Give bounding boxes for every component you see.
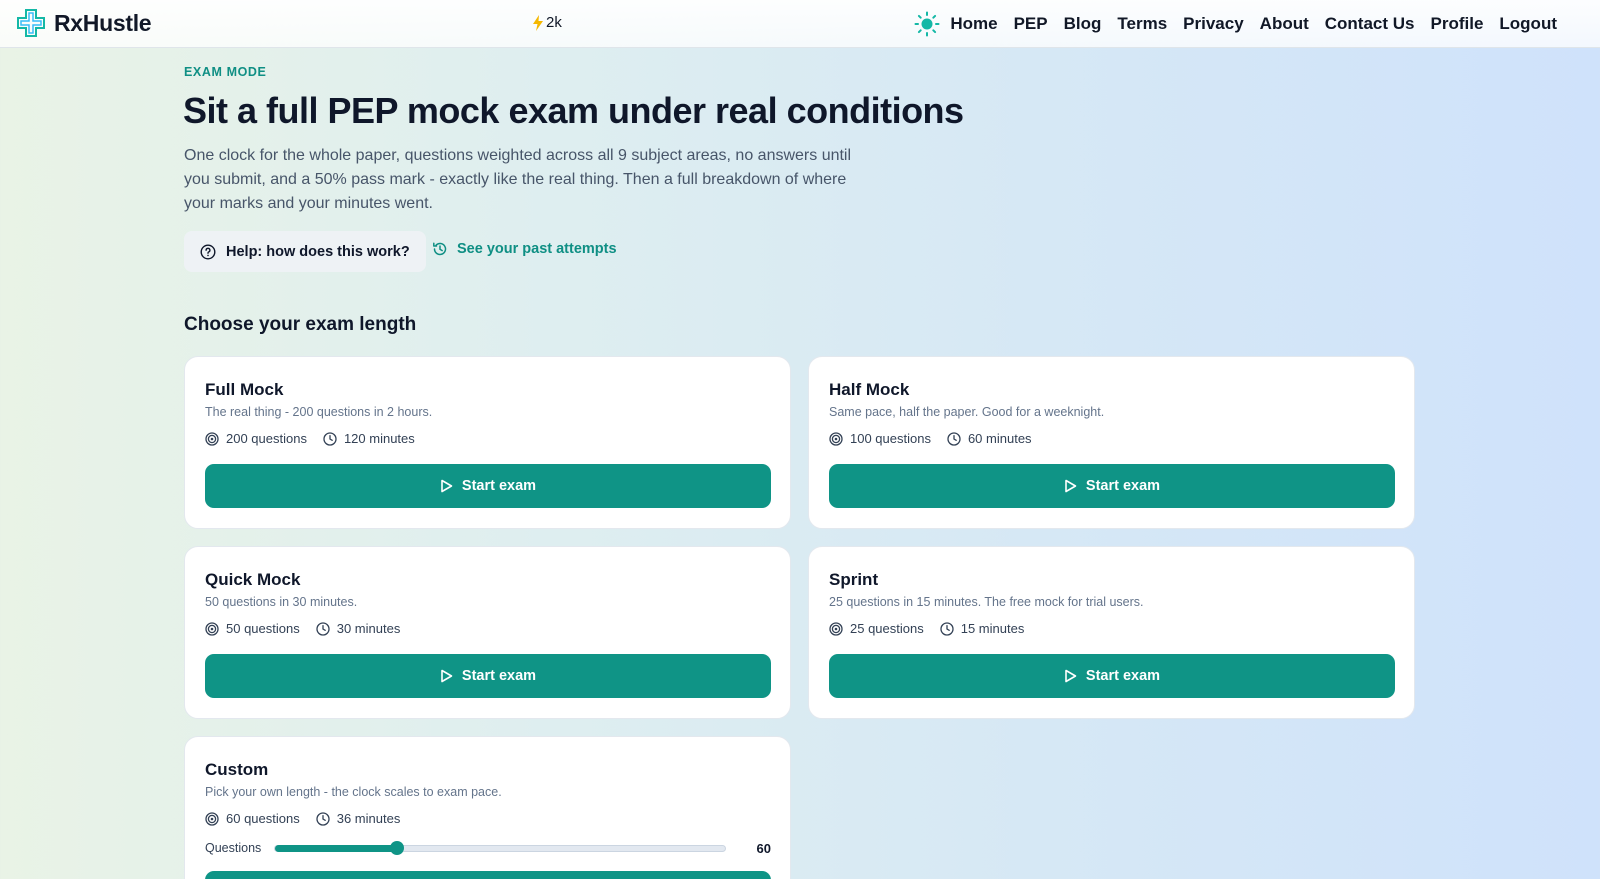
card-title: Custom <box>205 760 269 779</box>
time-limit: 120 minutes <box>323 431 415 446</box>
card-description: The real thing - 200 questions in 2 hour… <box>205 405 433 419</box>
sun-icon <box>914 11 940 37</box>
eyebrow-label: EXAM MODE <box>184 65 267 79</box>
question-circle-icon <box>200 243 216 260</box>
question-count: 50 questions <box>205 621 300 636</box>
exam-card-half-mock: Half Mock Same pace, half the paper. Goo… <box>808 356 1415 529</box>
streak-value: 2k <box>546 14 562 31</box>
section-title: Choose your exam length <box>184 314 417 335</box>
brand-logo-link[interactable]: RxHustle <box>16 8 152 38</box>
slider-thumb[interactable] <box>389 840 404 855</box>
card-meta: 50 questions 30 minutes <box>205 621 400 636</box>
start-exam-button[interactable]: Start exam <box>205 464 771 508</box>
card-meta: 200 questions 120 minutes <box>205 431 415 446</box>
play-icon <box>1065 669 1077 683</box>
question-count: 200 questions <box>205 431 307 446</box>
play-icon <box>441 479 453 493</box>
brand-name: RxHustle <box>54 9 152 36</box>
target-icon <box>205 621 219 636</box>
exam-card-sprint: Sprint 25 questions in 15 minutes. The f… <box>808 546 1415 719</box>
clock-icon <box>316 621 330 636</box>
clock-icon <box>947 431 961 446</box>
card-meta: 60 questions 36 minutes <box>205 811 400 826</box>
play-icon <box>1065 479 1077 493</box>
nav-link-home[interactable]: Home <box>950 10 997 38</box>
top-navbar: RxHustle 2k Home PEP Blog Terms Privacy … <box>0 0 1600 48</box>
page-title: Sit a full PEP mock exam under real cond… <box>183 90 964 131</box>
nav-link-terms[interactable]: Terms <box>1117 10 1167 38</box>
target-icon <box>205 811 219 826</box>
nav-link-about[interactable]: About <box>1260 10 1309 38</box>
streak-counter: 2k <box>532 14 562 31</box>
time-limit: 60 minutes <box>947 431 1032 446</box>
exam-card-full-mock: Full Mock The real thing - 200 questions… <box>184 356 791 529</box>
lightning-icon <box>533 14 543 31</box>
card-title: Quick Mock <box>205 570 301 589</box>
card-title: Half Mock <box>829 380 910 399</box>
time-limit: 15 minutes <box>940 621 1024 636</box>
card-meta: 100 questions 60 minutes <box>829 431 1032 446</box>
nav-link-logout[interactable]: Logout <box>1499 10 1557 38</box>
question-count: 60 questions <box>205 811 300 826</box>
target-icon <box>205 431 219 446</box>
theme-toggle-button[interactable] <box>914 11 940 37</box>
exam-card-custom: Custom Pick your own length - the clock … <box>184 736 791 879</box>
card-description: Pick your own length - the clock scales … <box>205 785 502 799</box>
help-button-label: Help: how does this work? <box>226 243 410 260</box>
clock-icon <box>940 621 954 636</box>
slider-value: 60 <box>756 840 771 856</box>
time-limit: 30 minutes <box>316 621 400 636</box>
exam-card-quick-mock: Quick Mock 50 questions in 30 minutes. 5… <box>184 546 791 719</box>
start-exam-button[interactable]: Start exam <box>829 464 1395 508</box>
clock-icon <box>323 431 337 446</box>
nav-link-blog[interactable]: Blog <box>1064 10 1102 38</box>
target-icon <box>829 621 843 636</box>
slider-fill <box>275 844 397 852</box>
card-description: 50 questions in 30 minutes. <box>205 595 358 609</box>
medical-cross-icon <box>17 9 45 37</box>
slider-label: Questions <box>205 841 262 855</box>
card-description: 25 questions in 15 minutes. The free moc… <box>829 595 1144 609</box>
clock-icon <box>316 811 330 826</box>
time-limit: 36 minutes <box>316 811 400 826</box>
question-count: 25 questions <box>829 621 924 636</box>
start-custom-exam-button[interactable] <box>205 871 771 879</box>
nav-link-profile[interactable]: Profile <box>1431 10 1484 38</box>
help-button[interactable]: Help: how does this work? <box>184 231 426 272</box>
nav-link-contact[interactable]: Contact Us <box>1325 10 1415 38</box>
start-exam-button[interactable]: Start exam <box>205 654 771 698</box>
card-meta: 25 questions 15 minutes <box>829 621 1024 636</box>
target-icon <box>829 431 843 446</box>
nav-links: Home PEP Blog Terms Privacy About Contac… <box>914 10 1557 38</box>
past-attempts-label: See your past attempts <box>457 241 617 257</box>
page-description: One clock for the whole paper, questions… <box>184 147 852 212</box>
card-description: Same pace, half the paper. Good for a we… <box>829 405 1105 419</box>
nav-link-privacy[interactable]: Privacy <box>1183 10 1244 38</box>
question-count: 100 questions <box>829 431 931 446</box>
question-slider-row: Questions 60 <box>205 837 771 859</box>
nav-link-pep[interactable]: PEP <box>1014 10 1048 38</box>
card-title: Sprint <box>829 570 879 589</box>
history-icon <box>433 242 447 256</box>
question-count-slider[interactable] <box>274 840 726 855</box>
start-exam-button[interactable]: Start exam <box>829 654 1395 698</box>
card-title: Full Mock <box>205 380 284 399</box>
past-attempts-link[interactable]: See your past attempts <box>432 241 617 257</box>
play-icon <box>441 669 453 683</box>
